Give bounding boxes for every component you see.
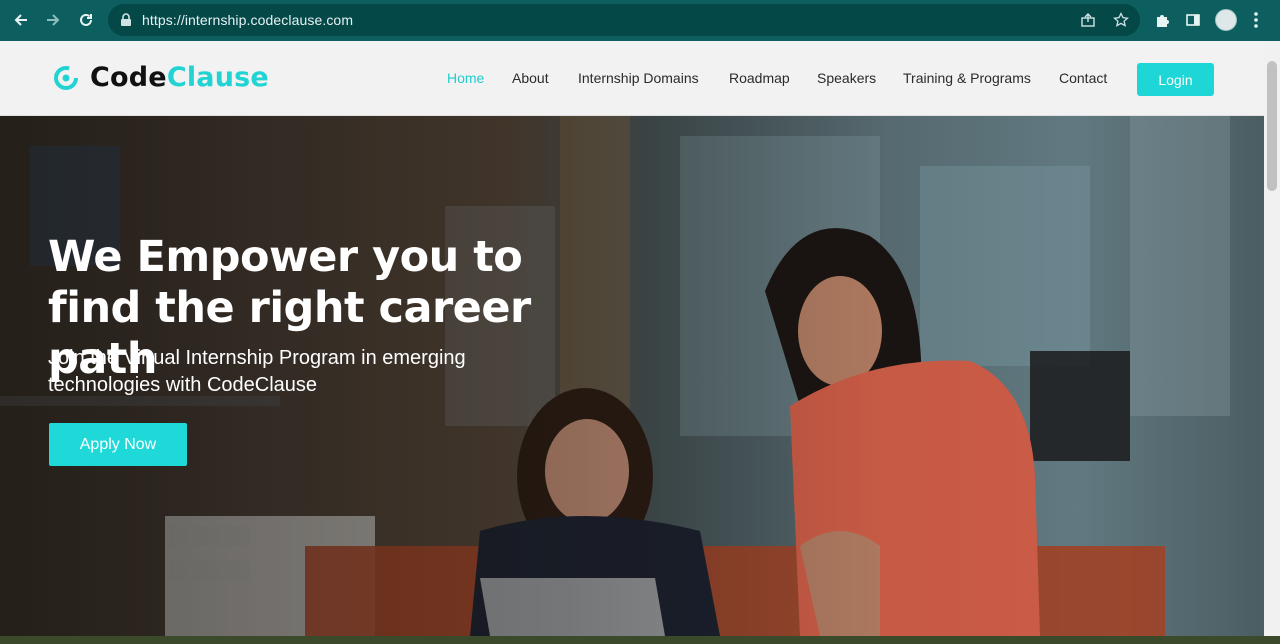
site-logo[interactable]: CodeClause — [90, 62, 269, 93]
nav-about[interactable]: About — [512, 70, 549, 86]
nav-contact[interactable]: Contact — [1059, 70, 1107, 86]
scrollbar-thumb[interactable] — [1267, 61, 1277, 191]
lock-icon[interactable] — [120, 13, 132, 32]
nav-internship-domains[interactable]: Internship Domains — [578, 70, 699, 86]
puzzle-extension-icon[interactable] — [1149, 7, 1175, 33]
browser-toolbar: https://internship.codeclause.com — [0, 0, 1280, 41]
back-arrow-icon[interactable] — [8, 7, 34, 33]
forward-arrow-icon[interactable] — [40, 7, 66, 33]
url-text[interactable]: https://internship.codeclause.com — [142, 12, 353, 28]
login-button[interactable]: Login — [1137, 63, 1214, 96]
apply-now-button[interactable]: Apply Now — [49, 423, 187, 466]
hero-banner: We Empower you to find the right career … — [0, 116, 1264, 636]
nav-roadmap[interactable]: Roadmap — [729, 70, 790, 86]
site-header: CodeClause Home About Internship Domains… — [0, 41, 1264, 116]
codeclause-logo-icon[interactable] — [53, 65, 79, 91]
nav-training-programs[interactable]: Training & Programs — [903, 70, 1031, 86]
nav-speakers[interactable]: Speakers — [817, 70, 876, 86]
address-bar[interactable]: https://internship.codeclause.com — [108, 4, 1140, 36]
reload-icon[interactable] — [73, 7, 99, 33]
kebab-menu-icon[interactable] — [1253, 10, 1259, 35]
bottom-edge — [0, 636, 1280, 644]
side-panel-icon[interactable] — [1180, 7, 1206, 33]
nav-home[interactable]: Home — [447, 70, 484, 86]
profile-avatar[interactable] — [1215, 9, 1237, 31]
logo-text-code: Code — [90, 62, 167, 93]
star-icon[interactable] — [1112, 11, 1130, 33]
share-icon[interactable] — [1080, 12, 1096, 33]
logo-text-clause: Clause — [166, 62, 269, 93]
page-scrollbar[interactable] — [1264, 41, 1280, 636]
hero-subtitle: Join the Virtual Internship Program in e… — [48, 347, 466, 396]
